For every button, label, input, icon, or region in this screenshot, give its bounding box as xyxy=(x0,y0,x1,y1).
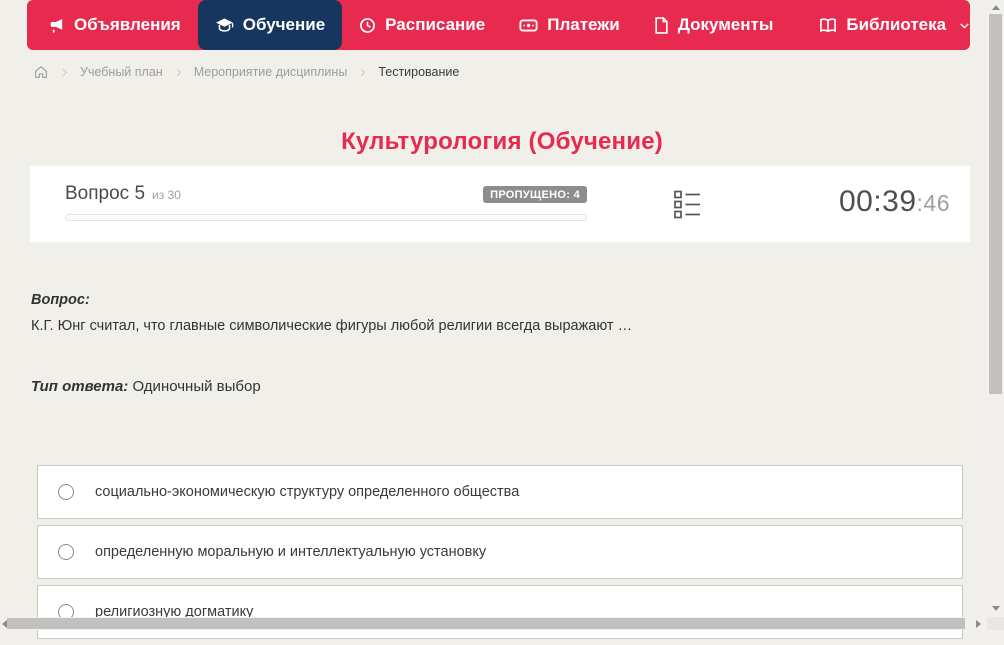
clock-icon xyxy=(359,17,376,34)
answer-option-label: социально-экономическую структуру опреде… xyxy=(95,484,519,500)
scroll-down-arrow-icon[interactable] xyxy=(992,606,1000,611)
nav-item-library[interactable]: Библиотека xyxy=(802,0,988,50)
page-title: Культурология (Обучение) xyxy=(0,128,1004,156)
nav-item-payments[interactable]: Платежи xyxy=(502,0,637,50)
nav-item-learning[interactable]: Обучение xyxy=(198,0,342,50)
breadcrumb-item-study-plan[interactable]: Учебный план xyxy=(80,65,163,79)
progress-bar xyxy=(65,214,587,221)
nav-item-schedule[interactable]: Расписание xyxy=(342,0,502,50)
top-navbar: Объявления Обучение Расписание Платежи Д… xyxy=(27,0,970,50)
nav-item-label: Обучение xyxy=(243,15,325,35)
question-header-card: Вопрос 5 из 30 ПРОПУЩЕНО: 4 00:39:46 xyxy=(30,166,970,242)
test-timer: 00:39:46 xyxy=(839,185,950,219)
answer-option[interactable]: социально-экономическую структуру опреде… xyxy=(37,465,963,519)
timer-seconds: :46 xyxy=(917,190,950,216)
skipped-badge: ПРОПУЩЕНО: 4 xyxy=(483,186,587,203)
nav-item-label: Платежи xyxy=(547,15,620,35)
megaphone-icon xyxy=(48,17,65,34)
chevron-right-icon xyxy=(59,67,70,78)
chevron-right-icon xyxy=(357,67,368,78)
chevron-down-icon xyxy=(958,19,971,32)
answer-type-value: Одиночный выбор xyxy=(132,378,260,395)
horizontal-scrollbar-thumb[interactable] xyxy=(7,618,965,629)
scroll-right-arrow-icon[interactable] xyxy=(976,620,981,628)
nav-item-announcements[interactable]: Объявления xyxy=(31,0,198,50)
document-icon xyxy=(654,17,669,34)
breadcrumb-item-discipline-event[interactable]: Мероприятие дисциплины xyxy=(194,65,348,79)
chevron-right-icon xyxy=(173,67,184,78)
answer-type-line: Тип ответа: Одиночный выбор xyxy=(31,378,261,395)
banknote-icon xyxy=(519,17,538,34)
question-list-icon[interactable] xyxy=(674,190,701,219)
answer-option[interactable]: определенную моральную и интеллектуальну… xyxy=(37,525,963,579)
breadcrumb: Учебный план Мероприятие дисциплины Тест… xyxy=(33,61,459,83)
breadcrumb-item-testing: Тестирование xyxy=(378,65,459,79)
answer-type-label: Тип ответа: xyxy=(31,378,128,395)
nav-item-documents[interactable]: Документы xyxy=(637,0,791,50)
radio-button[interactable] xyxy=(58,544,74,560)
scroll-up-arrow-icon[interactable] xyxy=(992,5,1000,10)
radio-button[interactable] xyxy=(58,484,74,500)
scrollbar-corner xyxy=(987,617,1004,630)
nav-item-label: Библиотека xyxy=(846,15,946,35)
question-progress-area: Вопрос 5 из 30 ПРОПУЩЕНО: 4 xyxy=(65,183,587,221)
vertical-scrollbar-thumb[interactable] xyxy=(989,14,1002,394)
home-icon[interactable] xyxy=(33,64,49,80)
nav-item-label: Расписание xyxy=(385,15,485,35)
question-total: из 30 xyxy=(152,188,181,202)
nav-item-label: Документы xyxy=(678,15,774,35)
question-number: Вопрос 5 xyxy=(65,183,145,205)
question-label: Вопрос: xyxy=(31,292,90,308)
timer-minutes: 00:39 xyxy=(839,185,917,218)
vertical-scrollbar[interactable] xyxy=(987,0,1004,630)
horizontal-scrollbar[interactable] xyxy=(0,617,987,630)
nav-item-label: Объявления xyxy=(74,15,181,35)
answer-option[interactable]: религиозную догматику xyxy=(37,585,963,639)
question-text: К.Г. Юнг считал, что главные символическ… xyxy=(31,318,951,334)
graduation-cap-icon xyxy=(215,17,234,34)
answer-option-label: определенную моральную и интеллектуальну… xyxy=(95,544,486,560)
open-book-icon xyxy=(819,17,837,34)
